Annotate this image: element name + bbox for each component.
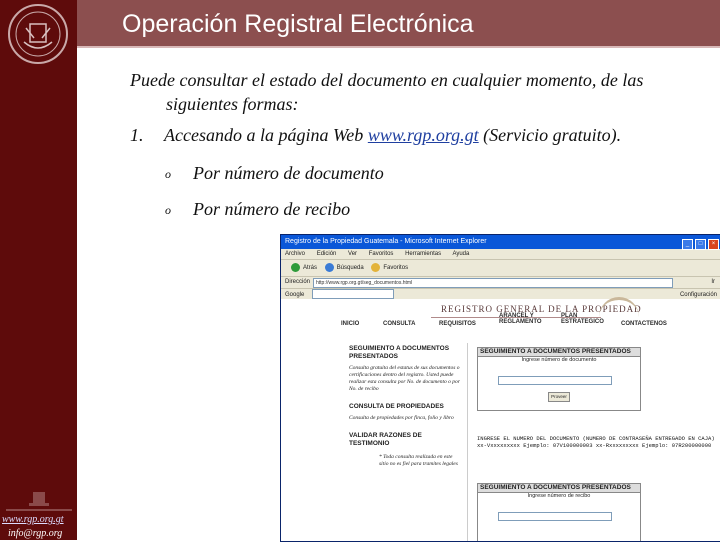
menu-archivo[interactable]: Archivo [285,251,305,257]
intro-paragraph: Puede consultar el estado del documento … [130,68,710,116]
nav-arancel[interactable]: ARANCEL Y REGLAMENTO [499,313,549,325]
slide-header: Operación Registral Electrónica [0,0,720,46]
slide-title: Operación Registral Electrónica [122,10,474,38]
box-title: SEGUIMIENTO A DOCUMENTOS PRESENTADOS [478,484,640,493]
document-number-input[interactable] [498,376,612,385]
nav-requisitos[interactable]: REQUISITOS [439,321,476,327]
section-text: * Toda consulta realizada en este sitio … [379,454,458,467]
item-suffix: (Servicio gratuito). [478,125,622,145]
item-number: 1. [130,125,144,145]
sub-item-label: Por número de documento [193,163,384,183]
sub-item-document: o Por número de documento [165,163,384,184]
minimize-icon[interactable]: _ [682,239,693,250]
registry-emblem-icon [6,492,72,511]
guatemala-seal-icon [8,4,68,64]
nav-consulta[interactable]: CONSULTA [383,321,415,327]
web-page-content: REGISTRO GENERAL DE LA PROPIEDAD INICIO … [281,297,720,541]
document-search-box: SEGUIMIENTO A DOCUMENTOS PRESENTADOS Ing… [477,347,641,411]
browser-window-title: Registro de la Propiedad Guatemala - Mic… [285,238,487,245]
item-text: Accesando a la página Web [164,125,368,145]
menu-herramientas[interactable]: Herramientas [405,251,441,257]
section-text: Consulta de propiedades por finca, folio… [349,415,454,421]
star-icon[interactable] [371,262,381,272]
intro-line-2: siguientes formas: [166,94,299,114]
list-item-1: 1. Accesando a la página Web www.rgp.org.… [130,125,621,146]
box-subtitle: Ingrese número de documento [521,357,597,363]
go-button[interactable]: Ir [711,277,715,288]
section-heading[interactable]: CONSULTA DE PROPIEDADES [349,403,461,411]
instruction-text: INGRESE EL NUMERO DEL DOCUMENTO (NUMERO … [477,435,715,449]
section-heading[interactable]: SEGUIMIENTO A DOCUMENTOS PRESENTADOS [349,345,461,361]
header-divider [0,46,720,48]
google-label: Google [285,292,305,298]
bullet-icon: o [165,167,171,182]
address-bar: Dirección http://www.rgp.org.gt/seg_docu… [281,277,720,289]
menu-favoritos[interactable]: Favoritos [369,251,394,257]
proveer-button[interactable]: Proveer [548,392,570,402]
back-button[interactable]: Atrás [303,265,317,271]
menu-edicion[interactable]: Edición [317,251,337,257]
box-subtitle: Ingrese número de recibo [527,493,591,499]
nav-contactenos[interactable]: CONTACTENOS [621,321,667,327]
column-divider [467,343,468,541]
address-label: Dirección [285,279,311,285]
window-controls: _ □ × [680,237,719,251]
menu-ayuda[interactable]: Ayuda [452,251,469,257]
back-icon[interactable] [291,262,300,272]
browser-menu-bar: Archivo Edición Ver Favoritos Herramient… [281,249,720,260]
left-column: SEGUIMIENTO A DOCUMENTOS PRESENTADOS Con… [349,345,461,468]
receipt-search-box: SEGUIMIENTO A DOCUMENTOS PRESENTADOS Ing… [477,483,641,541]
maximize-icon[interactable]: □ [695,239,706,250]
email-address: info@rgp.org [8,528,63,539]
browser-screenshot: Registro de la Propiedad Guatemala - Mic… [280,234,720,542]
address-input[interactable]: http://www.rgp.org.gt/seg_documentos.htm… [313,278,673,288]
section-heading[interactable]: VALIDAR RAZONES DE TESTIMONIO [349,432,461,448]
menu-ver[interactable]: Ver [348,251,357,257]
box-title: SEGUIMIENTO A DOCUMENTOS PRESENTADOS [478,348,640,357]
nav-inicio[interactable]: INICIO [341,321,359,327]
browser-toolbar: Atrás Búsqueda Favoritos [281,260,720,277]
search-icon[interactable] [324,262,334,272]
favorites-button[interactable]: Favoritos [383,265,408,271]
bullet-icon: o [165,203,171,218]
website-link[interactable]: www.rgp.org.gt [2,514,64,525]
close-icon[interactable]: × [708,239,719,250]
receipt-number-input[interactable] [498,512,612,521]
sidebar: www.rgp.org.gt info@rgp.org [0,0,77,540]
intro-line-1: Puede consultar el estado del documento … [130,70,644,90]
section-text: Consulta gratuita del estatus de sus doc… [349,365,460,392]
google-search-input[interactable] [312,289,395,300]
rgp-website-link[interactable]: www.rgp.org.gt [368,125,479,145]
search-button[interactable]: Búsqueda [337,265,364,271]
browser-title-bar: Registro de la Propiedad Guatemala - Mic… [281,235,720,251]
sub-item-label: Por número de recibo [193,199,351,219]
sub-item-receipt: o Por número de recibo [165,199,350,220]
nav-plan[interactable]: PLAN ESTRATEGICO [561,313,613,325]
